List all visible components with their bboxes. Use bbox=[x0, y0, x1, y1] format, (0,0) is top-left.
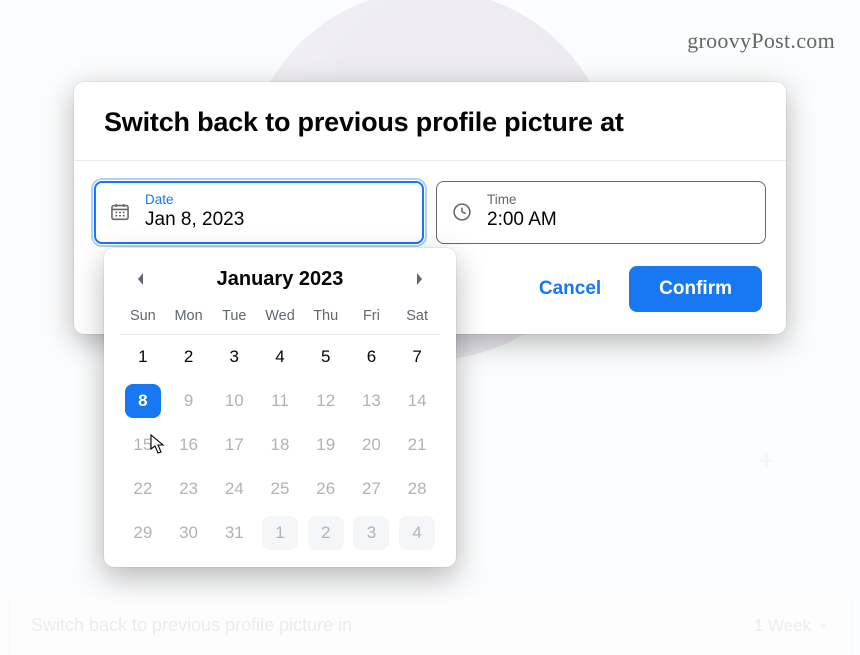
calendar-day[interactable]: 10 bbox=[211, 379, 257, 423]
cancel-button[interactable]: Cancel bbox=[527, 268, 613, 310]
calendar-day[interactable]: 22 bbox=[120, 467, 166, 511]
switch-back-in-label: Switch back to previous profile picture … bbox=[31, 615, 352, 636]
calendar-day[interactable]: 6 bbox=[349, 335, 395, 379]
calendar-day[interactable]: 2 bbox=[303, 511, 349, 555]
calendar-day[interactable]: 2 bbox=[166, 335, 212, 379]
switch-back-in-row: Switch back to previous profile picture … bbox=[8, 595, 852, 655]
calendar-day[interactable]: 28 bbox=[394, 467, 440, 511]
calendar-day[interactable]: 12 bbox=[303, 379, 349, 423]
calendar-day[interactable]: 9 bbox=[166, 379, 212, 423]
time-value: 2:00 AM bbox=[487, 208, 557, 233]
calendar-day[interactable]: 31 bbox=[211, 511, 257, 555]
calendar-day[interactable]: 3 bbox=[349, 511, 395, 555]
calendar-day-header: Wed bbox=[257, 302, 303, 335]
calendar-day[interactable]: 26 bbox=[303, 467, 349, 511]
calendar-day[interactable]: 23 bbox=[166, 467, 212, 511]
calendar-day[interactable]: 4 bbox=[394, 511, 440, 555]
calendar-day[interactable]: 4 bbox=[257, 335, 303, 379]
calendar-day[interactable]: 17 bbox=[211, 423, 257, 467]
modal-title: Switch back to previous profile picture … bbox=[104, 107, 756, 138]
calendar-day[interactable]: 8 bbox=[120, 379, 166, 423]
calendar-popover: January 2023 SunMonTueWedThuFriSat 12345… bbox=[104, 248, 456, 567]
calendar-day[interactable]: 1 bbox=[120, 335, 166, 379]
date-picker-field[interactable]: Date Jan 8, 2023 bbox=[94, 181, 424, 244]
chevron-down-icon: ▼ bbox=[817, 620, 829, 634]
calendar-day-header: Thu bbox=[303, 302, 349, 335]
calendar-day[interactable]: 19 bbox=[303, 423, 349, 467]
calendar-day-header: Mon bbox=[166, 302, 212, 335]
date-value: Jan 8, 2023 bbox=[145, 208, 244, 233]
clock-icon bbox=[451, 201, 473, 223]
calendar-day[interactable]: 1 bbox=[257, 511, 303, 555]
calendar-day[interactable]: 29 bbox=[120, 511, 166, 555]
time-picker-field[interactable]: Time 2:00 AM bbox=[436, 181, 766, 244]
calendar-day[interactable]: 3 bbox=[211, 335, 257, 379]
calendar-day[interactable]: 11 bbox=[257, 379, 303, 423]
add-photo-button[interactable]: + bbox=[759, 445, 775, 477]
time-label: Time bbox=[487, 192, 557, 208]
calendar-day[interactable]: 7 bbox=[394, 335, 440, 379]
calendar-day[interactable]: 18 bbox=[257, 423, 303, 467]
calendar-day[interactable]: 21 bbox=[394, 423, 440, 467]
calendar-day[interactable]: 30 bbox=[166, 511, 212, 555]
calendar-day[interactable]: 20 bbox=[349, 423, 395, 467]
calendar-icon bbox=[109, 201, 131, 223]
calendar-day[interactable]: 24 bbox=[211, 467, 257, 511]
calendar-day[interactable]: 16 bbox=[166, 423, 212, 467]
calendar-day[interactable]: 15 bbox=[120, 423, 166, 467]
calendar-day[interactable]: 25 bbox=[257, 467, 303, 511]
calendar-day[interactable]: 5 bbox=[303, 335, 349, 379]
calendar-day-header: Sun bbox=[120, 302, 166, 335]
duration-dropdown[interactable]: 1 Week▼ bbox=[754, 616, 829, 636]
calendar-day[interactable]: 13 bbox=[349, 379, 395, 423]
calendar-month-label: January 2023 bbox=[217, 268, 344, 291]
next-month-button[interactable] bbox=[404, 264, 434, 294]
watermark-text: groovyPost.com bbox=[687, 28, 835, 54]
confirm-button[interactable]: Confirm bbox=[629, 266, 762, 312]
calendar-day-header: Sat bbox=[394, 302, 440, 335]
prev-month-button[interactable] bbox=[126, 264, 156, 294]
calendar-day-header: Tue bbox=[211, 302, 257, 335]
calendar-day-header: Fri bbox=[349, 302, 395, 335]
date-label: Date bbox=[145, 192, 244, 208]
calendar-day[interactable]: 27 bbox=[349, 467, 395, 511]
calendar-day[interactable]: 14 bbox=[394, 379, 440, 423]
